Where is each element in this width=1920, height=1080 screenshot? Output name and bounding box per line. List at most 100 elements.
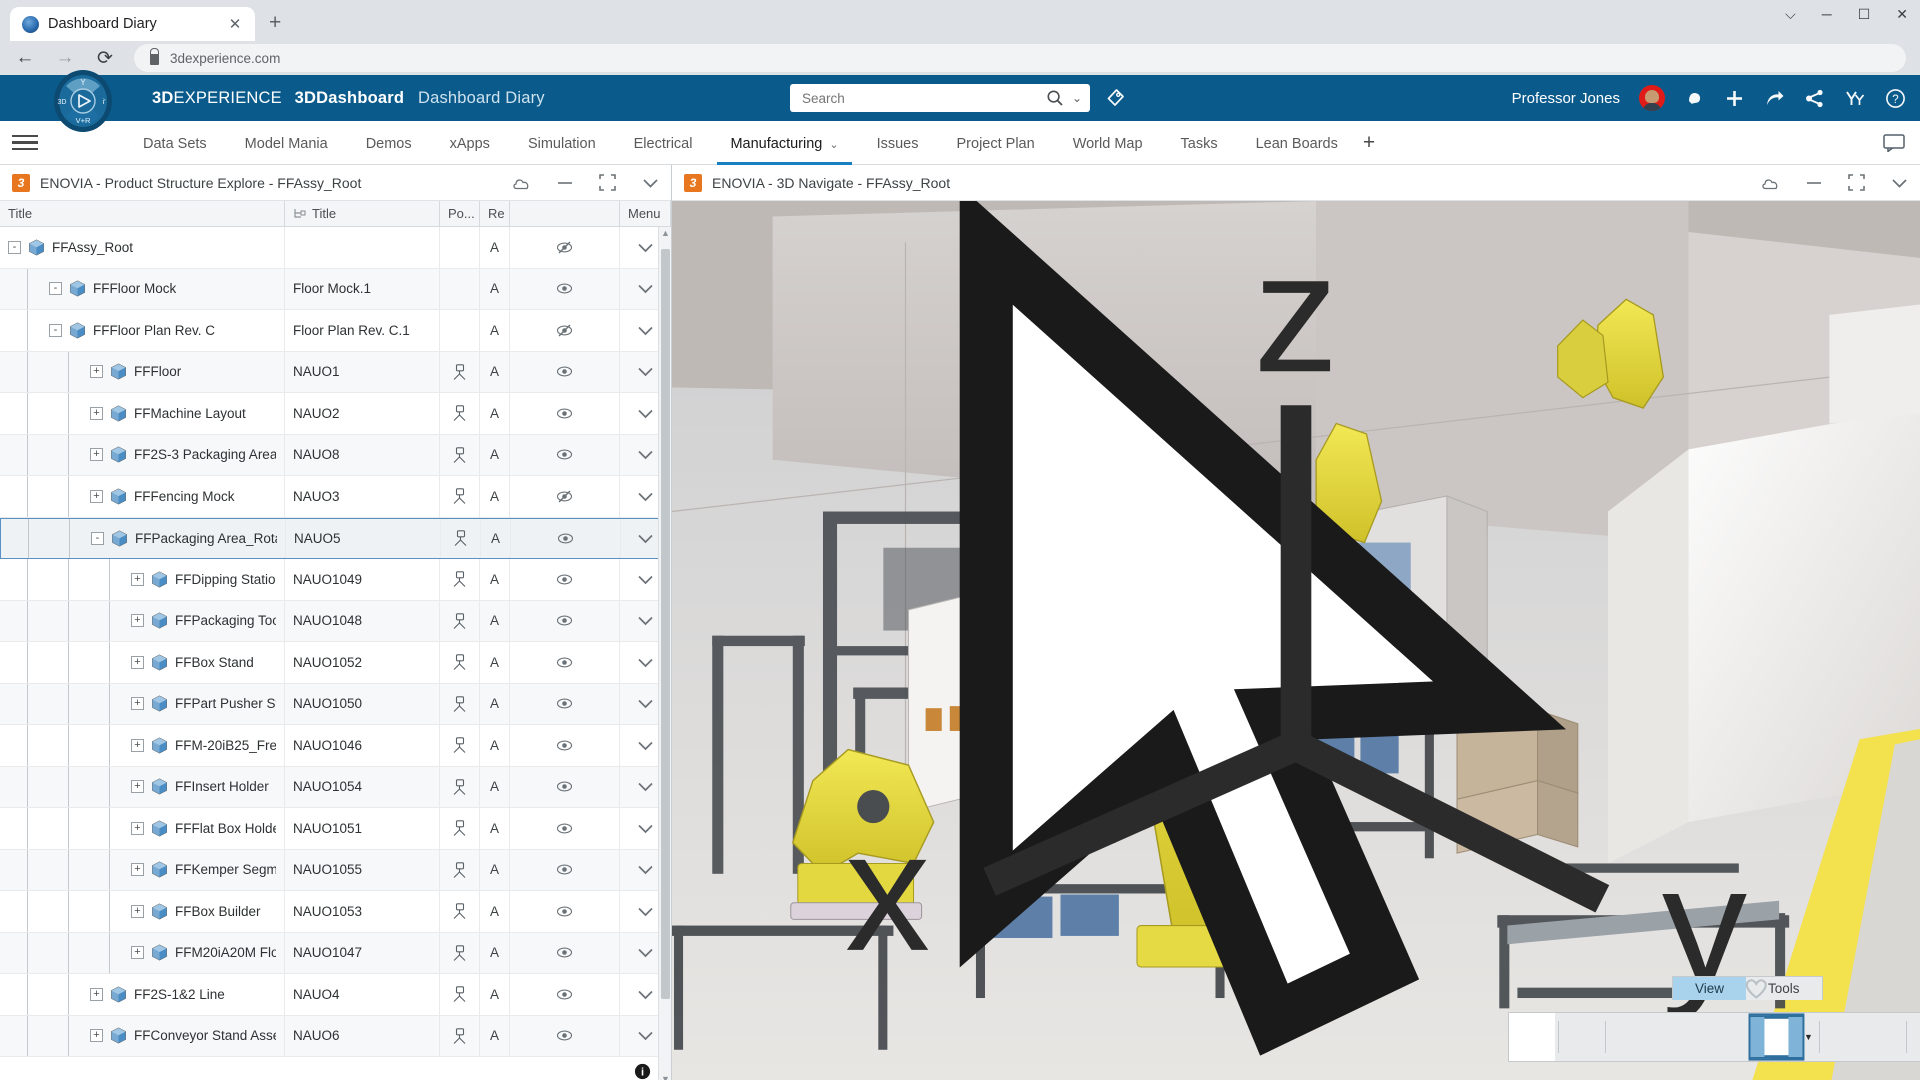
row-menu-icon[interactable] — [637, 989, 654, 1000]
cell-title[interactable]: + FFM-20iB25_Free Drag w... — [0, 725, 285, 766]
position-icon[interactable] — [452, 820, 467, 837]
cell-title[interactable]: + FFInsert Holder — [0, 766, 285, 807]
table-row[interactable]: - FFPackaging Area_Rotated D.. NAUO5 A — [0, 517, 671, 559]
table-row[interactable]: + FFFlat Box Holder NAUO1051 A — [0, 808, 671, 850]
cell-visibility[interactable] — [510, 268, 620, 309]
expander-toggle[interactable]: + — [90, 1029, 103, 1043]
row-menu-icon[interactable] — [637, 1030, 654, 1041]
eye-icon[interactable] — [556, 573, 573, 586]
hidden-eye-icon[interactable] — [556, 324, 573, 337]
expander-toggle[interactable]: + — [131, 863, 144, 877]
share-arrow-icon[interactable] — [1764, 88, 1785, 109]
cell-title[interactable]: + FFKemper Segment Cell ... — [0, 849, 285, 890]
hidden-eye-icon[interactable] — [556, 490, 573, 503]
cell-title[interactable]: - FFFloor Mock — [0, 268, 285, 309]
row-menu-icon[interactable] — [637, 781, 654, 792]
nav-tab-lean-boards[interactable]: Lean Boards — [1237, 121, 1357, 165]
cell-position[interactable] — [440, 849, 480, 890]
column-header-po[interactable]: Po... — [440, 201, 480, 226]
cell-title[interactable]: + FFFencing Mock — [0, 476, 285, 517]
cell-position[interactable] — [440, 393, 480, 434]
position-icon[interactable] — [453, 530, 468, 547]
column-header-re[interactable]: Re — [480, 201, 510, 226]
eye-icon[interactable] — [556, 822, 573, 835]
table-row[interactable]: + FFMachine Layout NAUO2 A — [0, 393, 671, 435]
row-menu-icon[interactable] — [637, 906, 654, 917]
cell-visibility[interactable] — [510, 351, 620, 392]
notification-bell-icon[interactable] — [1684, 88, 1705, 109]
table-row[interactable]: + FFInsert Holder NAUO1054 A — [0, 766, 671, 808]
expander-toggle[interactable]: - — [49, 323, 62, 337]
table-row[interactable]: + FFM-20iB25_Free Drag w... NAUO1046 A — [0, 725, 671, 767]
table-row[interactable]: + FFFencing Mock NAUO3 A — [0, 476, 671, 518]
avatar[interactable] — [1639, 85, 1665, 111]
cell-title[interactable]: + FFBox Builder — [0, 891, 285, 932]
table-row[interactable]: + FFConveyor Stand Assembly .. NAUO6 A — [0, 1015, 671, 1057]
column-header-title1[interactable]: Title — [0, 201, 285, 226]
chat-icon[interactable] — [1883, 133, 1905, 152]
table-row[interactable]: + FFKemper Segment Cell ... NAUO1055 A — [0, 849, 671, 891]
chevron-down-icon[interactable] — [1891, 177, 1908, 189]
eye-icon[interactable] — [556, 739, 573, 752]
info-icon[interactable]: i — [634, 1063, 651, 1080]
cell-position[interactable] — [440, 268, 480, 309]
3d-viewport[interactable]: z x y View Tools ▼ — [672, 201, 1920, 1080]
position-icon[interactable] — [452, 737, 467, 754]
chevron-down-icon[interactable]: ⌄ — [829, 139, 838, 151]
eye-icon[interactable] — [557, 532, 574, 545]
position-icon[interactable] — [452, 862, 467, 878]
table-row[interactable]: + FFBox Builder NAUO1053 A — [0, 891, 671, 933]
expander-toggle[interactable]: + — [131, 738, 144, 752]
cell-position[interactable] — [440, 725, 480, 766]
nav-tab-tasks[interactable]: Tasks — [1162, 121, 1237, 165]
nav-tab-model-mania[interactable]: Model Mania — [226, 121, 347, 165]
cell-position[interactable] — [440, 310, 480, 351]
cloud-icon[interactable] — [512, 176, 531, 190]
cell-visibility[interactable] — [510, 434, 620, 475]
cell-position[interactable] — [440, 1015, 480, 1056]
expander-toggle[interactable]: + — [131, 572, 144, 586]
nav-tab-demos[interactable]: Demos — [347, 121, 431, 165]
add-tab-button[interactable]: + — [1363, 131, 1375, 155]
nav-tab-electrical[interactable]: Electrical — [615, 121, 712, 165]
row-menu-icon[interactable] — [637, 533, 654, 544]
expander-toggle[interactable]: + — [90, 489, 103, 503]
close-icon[interactable]: ✕ — [225, 15, 245, 33]
row-menu-icon[interactable] — [637, 823, 654, 834]
expander-toggle[interactable]: + — [131, 904, 144, 918]
position-icon[interactable] — [452, 571, 467, 588]
table-row[interactable]: + FF2S-1&2 Line NAUO4 A — [0, 974, 671, 1016]
compass-icon[interactable]: Y 3D i' V+R — [52, 70, 114, 132]
table-row[interactable]: + FFPackaging Tool Stand ... NAUO1048 A — [0, 600, 671, 642]
eye-icon[interactable] — [556, 905, 573, 918]
eye-icon[interactable] — [556, 282, 573, 295]
nav-tab-data-sets[interactable]: Data Sets — [124, 121, 226, 165]
eye-icon[interactable] — [556, 656, 573, 669]
cell-title[interactable]: + FFBox Stand — [0, 642, 285, 683]
table-row[interactable]: - FFFloor Mock Floor Mock.1 A — [0, 268, 671, 310]
position-icon[interactable] — [452, 447, 467, 463]
cell-visibility[interactable] — [510, 891, 620, 932]
share-network-icon[interactable] — [1804, 88, 1825, 109]
cell-position[interactable] — [440, 559, 480, 600]
product-structure-tree[interactable]: - FFAssy_Root A - FFFloor Mock Floor Mock.… — [0, 227, 671, 1080]
hamburger-icon[interactable] — [12, 134, 38, 151]
cell-visibility[interactable] — [510, 1015, 620, 1056]
expander-toggle[interactable]: - — [49, 282, 62, 296]
cell-visibility[interactable] — [510, 766, 620, 807]
eye-icon[interactable] — [556, 614, 573, 627]
cell-position[interactable] — [440, 808, 480, 849]
row-menu-icon[interactable] — [637, 242, 654, 253]
cell-visibility[interactable] — [510, 642, 620, 683]
cell-position[interactable] — [440, 476, 480, 517]
column-header-menu[interactable]: Menu — [620, 201, 671, 226]
cell-position[interactable] — [440, 974, 480, 1015]
cell-title[interactable]: - FFFloor Plan Rev. C — [0, 310, 285, 351]
expander-toggle[interactable]: + — [90, 448, 103, 462]
row-menu-icon[interactable] — [637, 283, 654, 294]
eye-icon[interactable] — [556, 1029, 573, 1042]
expander-toggle[interactable]: + — [90, 406, 103, 420]
table-row[interactable]: + FF2S-3 Packaging Area_Pack.. NAUO8 A — [0, 434, 671, 476]
cell-visibility[interactable] — [511, 518, 621, 558]
position-icon[interactable] — [452, 488, 467, 505]
